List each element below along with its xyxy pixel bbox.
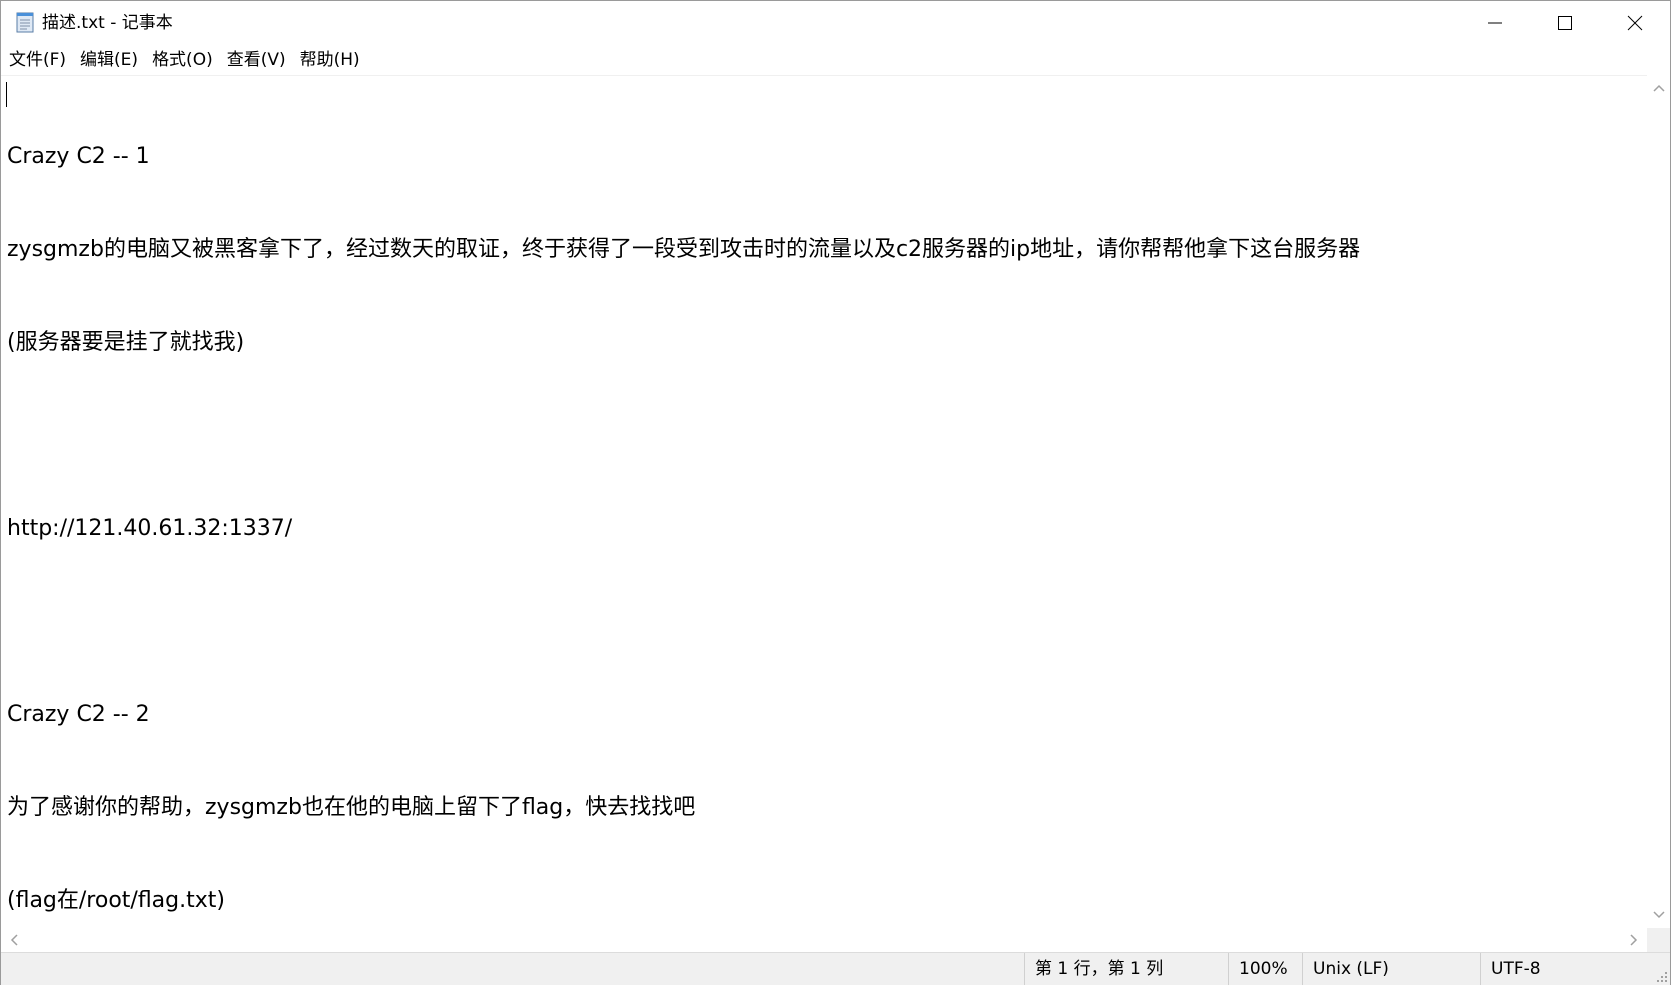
menu-bar: 文件(F) 编辑(E) 格式(O) 查看(V) 帮助(H) [1, 45, 1670, 75]
maximize-icon [1558, 16, 1572, 30]
close-icon [1627, 15, 1643, 31]
scroll-down-button[interactable] [1647, 902, 1670, 928]
text-line: Crazy C2 -- 2 [7, 702, 150, 727]
status-zoom: 100% [1228, 953, 1302, 985]
text-line: (服务器要是挂了就找我) [7, 330, 245, 355]
window-controls [1460, 1, 1670, 45]
menu-edit[interactable]: 编辑(E) [74, 49, 144, 71]
minimize-button[interactable] [1460, 1, 1530, 45]
vertical-scrollbar[interactable] [1647, 75, 1670, 928]
status-cursor-position: 第 1 行，第 1 列 [1024, 953, 1228, 985]
editor-text[interactable]: Crazy C2 -- 1 zysgmzb的电脑又被黑客拿下了，经过数天的取证，… [7, 79, 1360, 928]
scroll-left-button[interactable] [1, 928, 27, 952]
window-title: 描述.txt - 记事本 [42, 13, 173, 33]
title-bar[interactable]: 描述.txt - 记事本 [1, 1, 1670, 45]
text-line: Crazy C2 -- 1 [7, 144, 150, 169]
notepad-icon[interactable] [14, 11, 36, 33]
status-line-ending: Unix (LF) [1302, 953, 1480, 985]
text-line: http://121.40.61.32:1337/ [7, 516, 293, 541]
text-line [7, 606, 1360, 637]
menu-help[interactable]: 帮助(H) [294, 49, 366, 71]
chevron-down-icon [1652, 911, 1665, 919]
scroll-right-button[interactable] [1621, 928, 1647, 952]
status-bar: 第 1 行，第 1 列 100% Unix (LF) UTF-8 [1, 952, 1670, 985]
horizontal-scrollbar[interactable] [1, 928, 1647, 952]
close-button[interactable] [1600, 1, 1670, 45]
scroll-up-button[interactable] [1647, 75, 1670, 101]
text-line: (flag在/root/flag.txt) [7, 888, 225, 913]
menu-view[interactable]: 查看(V) [221, 49, 292, 71]
maximize-button[interactable] [1530, 1, 1600, 45]
text-line: 为了感谢你的帮助，zysgmzb也在他的电脑上留下了flag，快去找找吧 [7, 795, 696, 820]
menu-format[interactable]: 格式(O) [146, 49, 219, 71]
menu-file[interactable]: 文件(F) [3, 49, 72, 71]
minimize-icon [1488, 22, 1502, 24]
text-line: zysgmzb的电脑又被黑客拿下了，经过数天的取证，终于获得了一段受到攻击时的流… [7, 237, 1361, 262]
text-line [7, 420, 1360, 451]
notepad-window: 描述.txt - 记事本 文件(F) 编辑(E) 格式(O) 查看(V) 帮助(… [0, 0, 1671, 985]
text-editor[interactable]: Crazy C2 -- 1 zysgmzb的电脑又被黑客拿下了，经过数天的取证，… [1, 75, 1647, 928]
chevron-left-icon [10, 934, 18, 946]
chevron-right-icon [1630, 934, 1638, 946]
resize-grip-icon[interactable] [1654, 969, 1668, 983]
scrollbar-corner [1647, 928, 1670, 952]
status-encoding: UTF-8 [1480, 953, 1670, 985]
chevron-up-icon [1652, 84, 1665, 92]
